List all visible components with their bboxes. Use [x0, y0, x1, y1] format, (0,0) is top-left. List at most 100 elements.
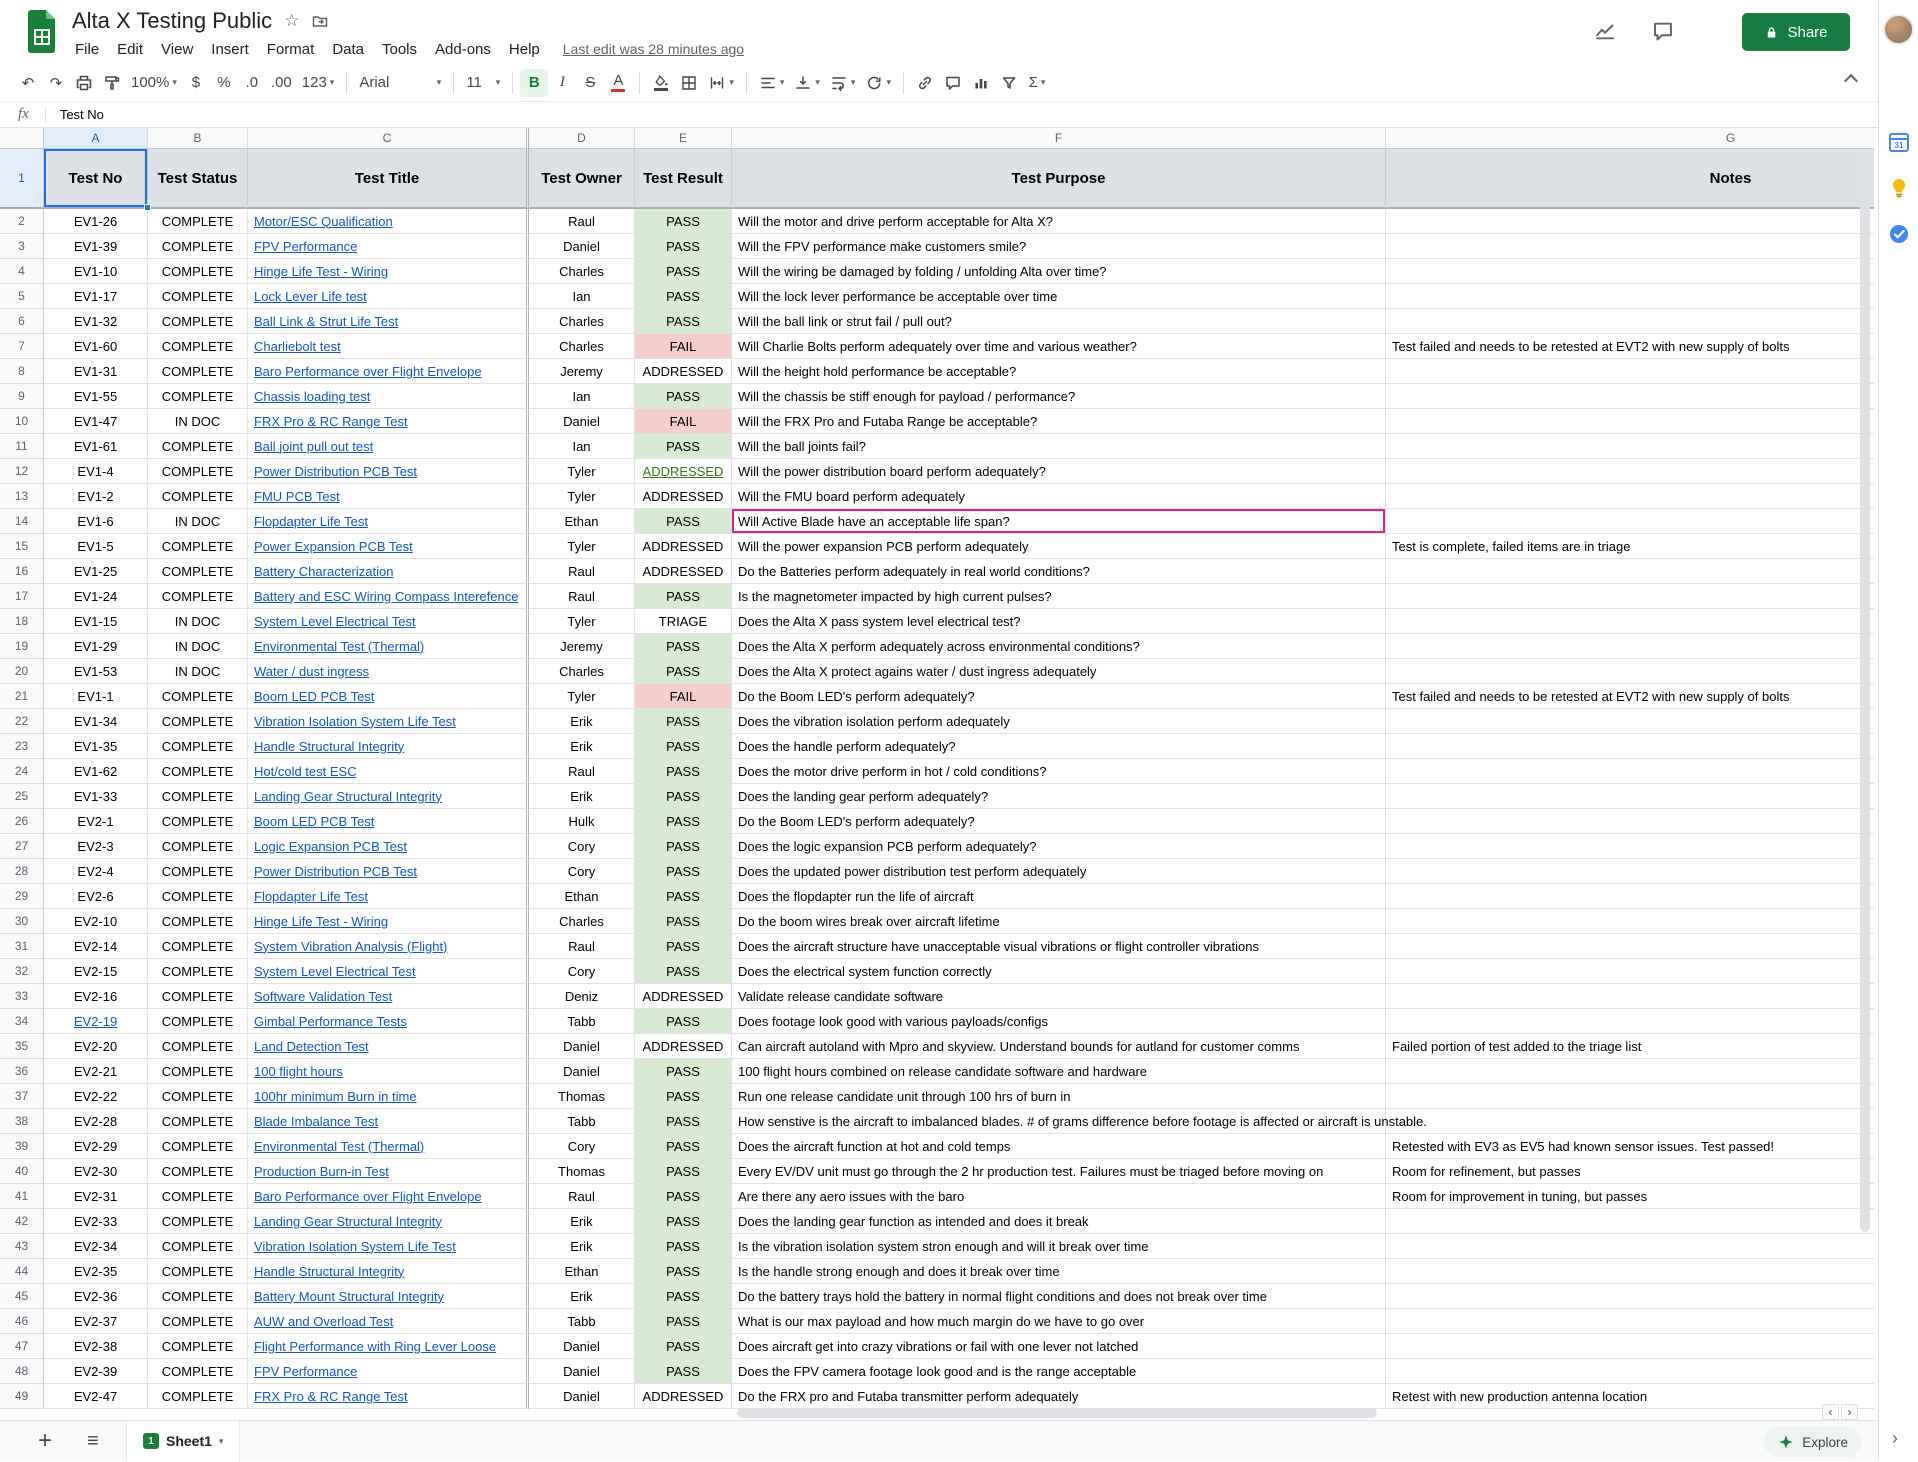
cell-F21[interactable]: Do the Boom LED's perform adequately? [732, 684, 1386, 709]
cell-F3[interactable]: Will the FPV performance make customers … [732, 234, 1386, 259]
text-wrap-button[interactable]: ▾ [825, 69, 861, 97]
cell-G21[interactable]: Test failed and needs to be retested at … [1386, 684, 1874, 709]
cell-F17[interactable]: Is the magnetometer impacted by high cur… [732, 584, 1386, 609]
cell-F36[interactable]: 100 flight hours combined on release can… [732, 1059, 1386, 1084]
cell-C29[interactable]: Flopdapter Life Test [248, 884, 529, 909]
cell-D16[interactable]: Raul [529, 559, 635, 584]
row-header-18[interactable]: 18 [0, 609, 44, 634]
cell-G13[interactable] [1386, 484, 1874, 509]
cell-C2[interactable]: Motor/ESC Qualification [248, 209, 529, 234]
cell-A24[interactable]: EV1-62 [44, 759, 148, 784]
row-header-4[interactable]: 4 [0, 259, 44, 284]
cell-G43[interactable] [1386, 1234, 1874, 1259]
cell-E5[interactable]: PASS [635, 284, 732, 309]
cell-F32[interactable]: Does the electrical system function corr… [732, 959, 1386, 984]
cell-C22[interactable]: Vibration Isolation System Life Test [248, 709, 529, 734]
horizontal-align-button[interactable]: ▾ [754, 69, 790, 97]
cell-D17[interactable]: Raul [529, 584, 635, 609]
cell-B21[interactable]: COMPLETE [148, 684, 248, 709]
cell-C34[interactable]: Gimbal Performance Tests [248, 1009, 529, 1034]
column-header-G[interactable]: G [1386, 128, 1874, 149]
cell-A18[interactable]: EV1-15 [44, 609, 148, 634]
cell-G3[interactable] [1386, 234, 1874, 259]
cell-D22[interactable]: Erik [529, 709, 635, 734]
column-header-A[interactable]: A [44, 128, 148, 149]
cell-A34[interactable]: EV2-19 [44, 1009, 148, 1034]
cell-G5[interactable] [1386, 284, 1874, 309]
cell-B16[interactable]: COMPLETE [148, 559, 248, 584]
number-format-button[interactable]: 123 ▾ [297, 69, 340, 97]
cell-A12[interactable]: EV1-4 [44, 459, 148, 484]
cell-A3[interactable]: EV1-39 [44, 234, 148, 259]
cell-G40[interactable]: Room for refinement, but passes [1386, 1159, 1874, 1184]
cell-E40[interactable]: PASS [635, 1159, 732, 1184]
cell-G30[interactable] [1386, 909, 1874, 934]
cell-B42[interactable]: COMPLETE [148, 1209, 248, 1234]
cell-F7[interactable]: Will Charlie Bolts perform adequately ov… [732, 334, 1386, 359]
cell-A15[interactable]: EV1-5 [44, 534, 148, 559]
cell-B14[interactable]: IN DOC [148, 509, 248, 534]
cell-C36[interactable]: 100 flight hours [248, 1059, 529, 1084]
cell-B13[interactable]: COMPLETE [148, 484, 248, 509]
cell-E4[interactable]: PASS [635, 259, 732, 284]
cell-B28[interactable]: COMPLETE [148, 859, 248, 884]
cell-B19[interactable]: IN DOC [148, 634, 248, 659]
cell-G20[interactable] [1386, 659, 1874, 684]
cell-G4[interactable] [1386, 259, 1874, 284]
font-size-selector[interactable]: 11 ▾ [461, 69, 505, 97]
cell-D24[interactable]: Raul [529, 759, 635, 784]
header-cell-A1[interactable]: Test No [44, 149, 148, 209]
cell-E45[interactable]: PASS [635, 1284, 732, 1309]
row-header-14[interactable]: 14 [0, 509, 44, 534]
cell-G33[interactable] [1386, 984, 1874, 1009]
cell-A17[interactable]: EV1-24 [44, 584, 148, 609]
cell-B39[interactable]: COMPLETE [148, 1134, 248, 1159]
move-folder-icon[interactable] [311, 12, 329, 30]
cell-E30[interactable]: PASS [635, 909, 732, 934]
cell-F11[interactable]: Will the ball joints fail? [732, 434, 1386, 459]
cell-D39[interactable]: Cory [529, 1134, 635, 1159]
functions-button[interactable]: Σ ▾ [1023, 69, 1051, 97]
cell-A32[interactable]: EV2-15 [44, 959, 148, 984]
cell-A37[interactable]: EV2-22 [44, 1084, 148, 1109]
cell-A14[interactable]: EV1-6 [44, 509, 148, 534]
cell-A6[interactable]: EV1-32 [44, 309, 148, 334]
menu-item-tools[interactable]: Tools [373, 38, 426, 61]
cell-E35[interactable]: ADDRESSED [635, 1034, 732, 1059]
row-header-21[interactable]: 21 [0, 684, 44, 709]
cell-C42[interactable]: Landing Gear Structural Integrity [248, 1209, 529, 1234]
cell-A8[interactable]: EV1-31 [44, 359, 148, 384]
cell-E17[interactable]: PASS [635, 584, 732, 609]
cell-F8[interactable]: Will the height hold performance be acce… [732, 359, 1386, 384]
cell-E2[interactable]: PASS [635, 209, 732, 234]
cell-A25[interactable]: EV1-33 [44, 784, 148, 809]
italic-button[interactable]: I [548, 69, 576, 97]
cell-B44[interactable]: COMPLETE [148, 1259, 248, 1284]
row-header-1[interactable]: 1 [0, 149, 44, 209]
cell-A16[interactable]: EV1-25 [44, 559, 148, 584]
cell-B46[interactable]: COMPLETE [148, 1309, 248, 1334]
cell-F19[interactable]: Does the Alta X perform adequately acros… [732, 634, 1386, 659]
cell-G41[interactable]: Room for improvement in tuning, but pass… [1386, 1184, 1874, 1209]
row-header-19[interactable]: 19 [0, 634, 44, 659]
cell-G36[interactable] [1386, 1059, 1874, 1084]
cell-F13[interactable]: Will the FMU board perform adequately [732, 484, 1386, 509]
cell-C24[interactable]: Hot/cold test ESC [248, 759, 529, 784]
cell-E28[interactable]: PASS [635, 859, 732, 884]
menu-item-insert[interactable]: Insert [202, 38, 258, 61]
row-header-32[interactable]: 32 [0, 959, 44, 984]
fill-handle[interactable] [144, 204, 151, 211]
cell-G45[interactable] [1386, 1284, 1874, 1309]
cell-G39[interactable]: Retested with EV3 as EV5 had known senso… [1386, 1134, 1874, 1159]
menu-item-file[interactable]: File [66, 38, 108, 61]
column-header-F[interactable]: F [732, 128, 1386, 149]
row-header-26[interactable]: 26 [0, 809, 44, 834]
row-header-27[interactable]: 27 [0, 834, 44, 859]
cell-F23[interactable]: Does the handle perform adequately? [732, 734, 1386, 759]
cell-D11[interactable]: Ian [529, 434, 635, 459]
cell-G46[interactable] [1386, 1309, 1874, 1334]
cell-D4[interactable]: Charles [529, 259, 635, 284]
cell-A36[interactable]: EV2-21 [44, 1059, 148, 1084]
row-header-47[interactable]: 47 [0, 1334, 44, 1359]
cell-F49[interactable]: Do the FRX pro and Futaba transmitter pe… [732, 1384, 1386, 1409]
